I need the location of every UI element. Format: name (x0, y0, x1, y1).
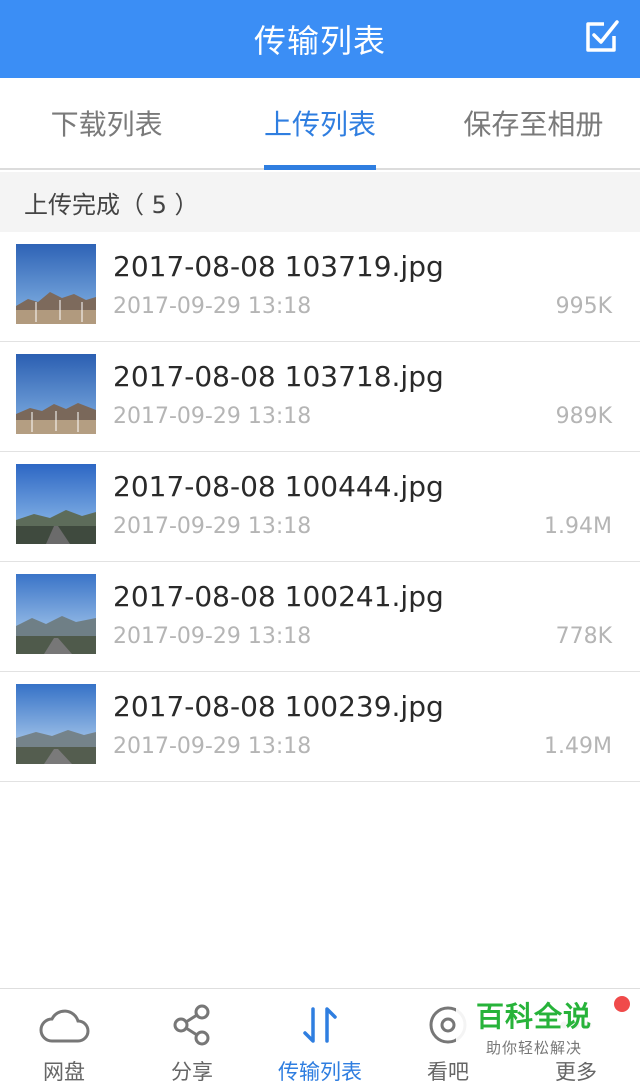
file-date: 2017-09-29 13:18 (113, 624, 312, 649)
edit-button[interactable] (580, 14, 624, 58)
watermark: 百科全说 助你轻松解决 (456, 990, 612, 1062)
transfer-icon (303, 1006, 337, 1043)
tab-save-to-album[interactable]: 保存至相册 (427, 78, 640, 168)
page-title: 传输列表 (253, 22, 386, 60)
file-name: 2017-08-08 103719.jpg (113, 250, 444, 283)
file-name: 2017-08-08 103718.jpg (113, 360, 444, 393)
file-list: 2017-08-08 103719.jpg 2017-09-29 13:18 9… (0, 232, 640, 782)
list-item[interactable]: 2017-08-08 100239.jpg 2017-09-29 13:18 1… (0, 672, 640, 782)
list-item[interactable]: 2017-08-08 103719.jpg 2017-09-29 13:18 9… (0, 232, 640, 342)
list-item[interactable]: 2017-08-08 100241.jpg 2017-09-29 13:18 7… (0, 562, 640, 672)
watermark-subtitle: 助你轻松解决 (485, 1038, 582, 1057)
file-size: 1.94M (544, 514, 612, 539)
nav-label: 分享 (171, 1060, 213, 1084)
file-name: 2017-08-08 100241.jpg (113, 580, 444, 613)
cloud-icon (39, 1009, 90, 1042)
nav-label: 传输列表 (278, 1060, 362, 1084)
file-name: 2017-08-08 100239.jpg (113, 690, 444, 723)
file-thumbnail (16, 684, 96, 764)
file-thumbnail (16, 354, 96, 434)
share-icon (173, 1004, 210, 1045)
checkbox-edit-icon (586, 20, 619, 52)
notification-dot (614, 996, 630, 1012)
file-date: 2017-09-29 13:18 (113, 514, 312, 539)
nav-item-share[interactable]: 分享 (128, 989, 256, 1086)
screen: 传输列表 下载列表 上传列表 保存至相册 上传完成（ 5 ） 2017-08-0… (0, 0, 640, 1086)
file-name: 2017-08-08 100444.jpg (113, 470, 444, 503)
nav-label: 网盘 (43, 1060, 85, 1084)
file-thumbnail (16, 574, 96, 654)
file-date: 2017-09-29 13:18 (113, 734, 312, 759)
file-date: 2017-09-29 13:18 (113, 294, 312, 319)
tab-downloads[interactable]: 下载列表 (0, 78, 213, 168)
top-bar: 传输列表 (0, 0, 640, 78)
file-thumbnail (16, 244, 96, 324)
file-size: 995K (555, 294, 612, 319)
file-size: 778K (555, 624, 612, 649)
watermark-title: 百科全说 (475, 999, 592, 1033)
tab-bar: 下载列表 上传列表 保存至相册 (0, 78, 640, 170)
file-date: 2017-09-29 13:18 (113, 404, 312, 429)
tab-uploads[interactable]: 上传列表 (213, 78, 426, 168)
file-thumbnail (16, 464, 96, 544)
nav-item-cloud-drive[interactable]: 网盘 (0, 989, 128, 1086)
nav-item-transfer-list[interactable]: 传输列表 (256, 989, 384, 1086)
file-size: 989K (555, 404, 612, 429)
section-header: 上传完成（ 5 ） (0, 172, 640, 232)
list-item[interactable]: 2017-08-08 103718.jpg 2017-09-29 13:18 9… (0, 342, 640, 452)
list-item[interactable]: 2017-08-08 100444.jpg 2017-09-29 13:18 1… (0, 452, 640, 562)
section-title: 上传完成（ 5 ） (24, 190, 199, 219)
file-size: 1.49M (544, 734, 612, 759)
